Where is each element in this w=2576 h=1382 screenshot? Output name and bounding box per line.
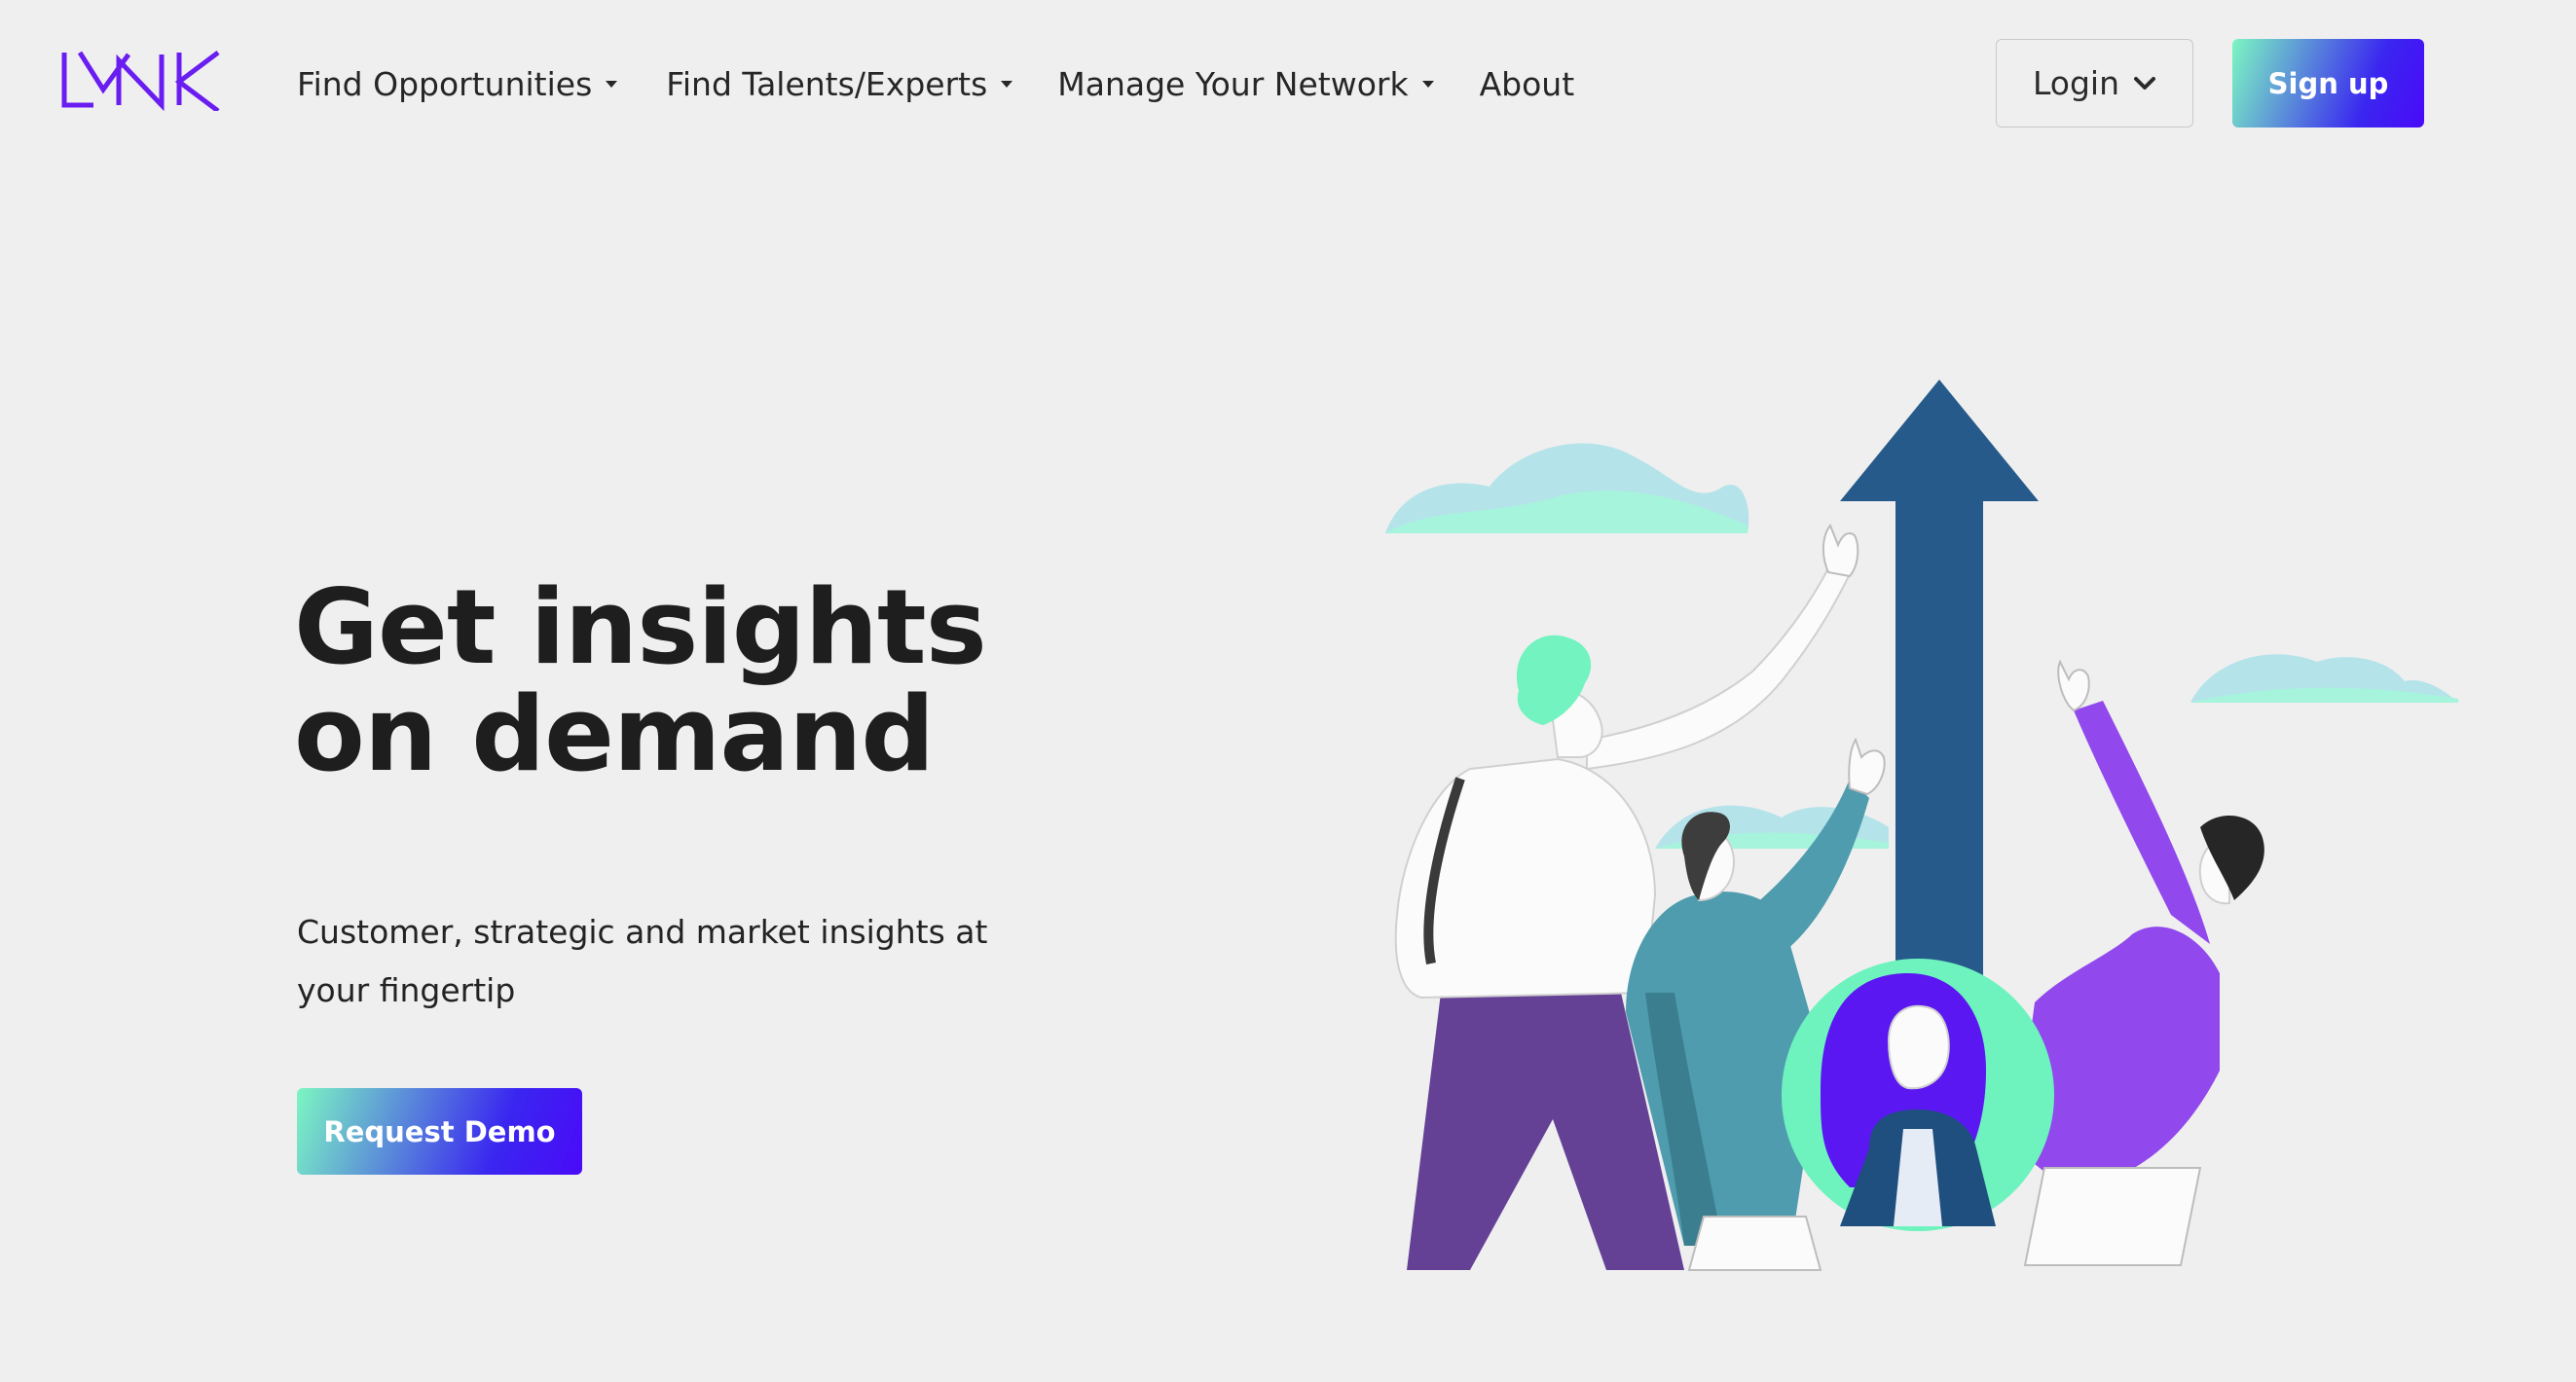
person-right <box>2015 659 2264 1266</box>
chevron-down-icon <box>2134 76 2156 90</box>
cloud-right <box>2190 654 2458 703</box>
nav-about[interactable]: About <box>1480 65 1575 103</box>
caret-down-icon <box>606 80 618 88</box>
lynk-logo[interactable] <box>60 51 222 111</box>
login-button-label: Login <box>2032 64 2120 102</box>
login-button[interactable]: Login <box>1996 39 2193 127</box>
nav-manage-network[interactable]: Manage Your Network <box>1057 64 1434 103</box>
nav-find-opportunities-label: Find Opportunities <box>297 64 593 103</box>
signup-button-label: Sign up <box>2267 66 2389 100</box>
request-demo-label: Request Demo <box>323 1114 556 1148</box>
lynk-logo-mark <box>61 51 220 111</box>
hero-title: Get insights on demand <box>294 567 987 794</box>
hero-illustration <box>1363 370 2492 1285</box>
cloud-left <box>1385 443 1749 533</box>
nav-find-opportunities[interactable]: Find Opportunities <box>297 64 618 103</box>
growth-arrow <box>1840 380 2039 993</box>
nav-manage-network-label: Manage Your Network <box>1057 64 1409 103</box>
nav-find-talents-label: Find Talents/Experts <box>666 64 988 103</box>
landing-page: Find Opportunities Find Talents/Experts … <box>0 0 2576 1382</box>
signup-button[interactable]: Sign up <box>2232 39 2424 127</box>
nav-about-label: About <box>1479 64 1575 103</box>
caret-down-icon <box>1421 80 1434 88</box>
person-center-circle <box>1782 959 2054 1231</box>
request-demo-button[interactable]: Request Demo <box>297 1088 582 1175</box>
main-nav: Find Opportunities Find Talents/Experts … <box>297 56 1574 111</box>
caret-down-icon <box>1001 80 1013 88</box>
team-growth-illustration <box>1385 380 2458 1271</box>
nav-find-talents[interactable]: Find Talents/Experts <box>666 64 1013 103</box>
hero-subtitle: Customer, strategic and market insights … <box>297 913 988 1009</box>
